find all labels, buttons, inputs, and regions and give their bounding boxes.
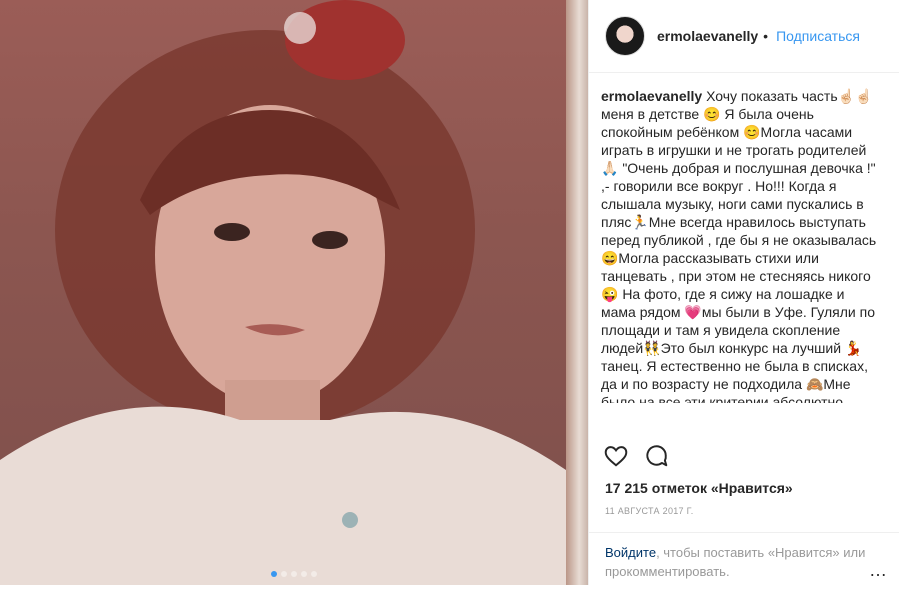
like-button[interactable] (603, 443, 629, 474)
username-link[interactable]: ermolaevanelly (657, 28, 758, 44)
more-options-button[interactable]: … (869, 560, 887, 581)
post-photo[interactable] (0, 0, 588, 585)
carousel-indicator (0, 571, 588, 577)
post-actions (603, 443, 669, 474)
carousel-dot-1[interactable] (271, 571, 277, 577)
comment-button[interactable] (643, 443, 669, 474)
photo-frame-edge (566, 0, 588, 585)
avatar[interactable] (605, 16, 645, 56)
carousel-dot-3[interactable] (291, 571, 297, 577)
portrait-image (0, 0, 566, 585)
post-date[interactable]: 11 августа 2017 г. (605, 506, 694, 516)
header-separator: • (763, 28, 769, 44)
heart-icon (604, 446, 628, 467)
likes-count[interactable]: 17 215 отметок «Нравится» (605, 480, 793, 496)
follow-button[interactable]: Подписаться (776, 28, 860, 44)
carousel-dot-4[interactable] (301, 571, 307, 577)
carousel-dot-2[interactable] (281, 571, 287, 577)
comment-icon (646, 445, 668, 467)
post-header: ermolaevanelly • Подписаться (589, 0, 899, 73)
instagram-post: ermolaevanelly • Подписаться ermolaevane… (0, 0, 899, 585)
carousel-dot-5[interactable] (311, 571, 317, 577)
login-link[interactable]: Войдите (605, 545, 656, 560)
post-caption: ermolaevanelly Хочу показать часть☝🏻☝🏻ме… (589, 73, 899, 403)
caption-text: Хочу показать часть☝🏻☝🏻меня в детстве 😊 … (601, 88, 877, 403)
caption-username[interactable]: ermolaevanelly (601, 88, 702, 104)
login-prompt: Войдите, чтобы поставить «Нравится» или … (589, 532, 899, 591)
post-sidebar: ermolaevanelly • Подписаться ermolaevane… (588, 0, 899, 585)
